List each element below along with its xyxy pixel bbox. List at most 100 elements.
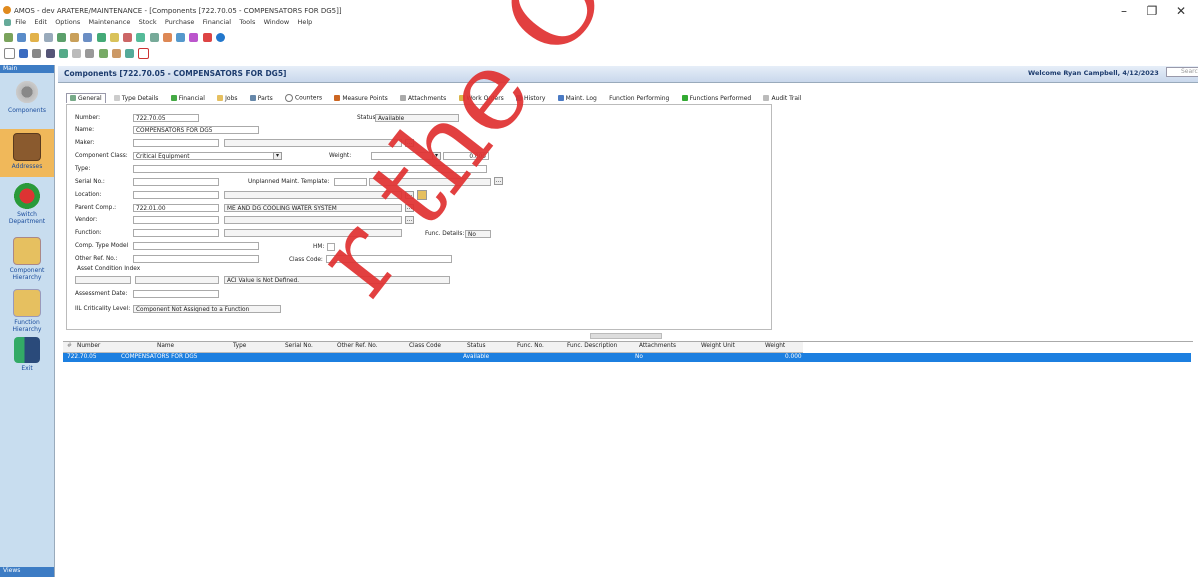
menu-file[interactable]: File: [15, 18, 26, 26]
table-row[interactable]: 722.70.05 COMPENSATORS FOR DG5 Available…: [63, 353, 1191, 362]
tab-measure-points[interactable]: Measure Points: [330, 93, 391, 104]
folder-tool-icon[interactable]: [30, 33, 40, 42]
menu-edit[interactable]: Edit: [34, 18, 47, 26]
welcome-text: Welcome Ryan Campbell, 4/12/2023: [1028, 69, 1159, 77]
col-func-no[interactable]: Func. No.: [517, 343, 544, 349]
function-field[interactable]: [133, 229, 219, 237]
col-type[interactable]: Type: [233, 343, 246, 349]
parent-comp-field[interactable]: 722.01.00: [133, 204, 219, 212]
copy-icon[interactable]: [58, 49, 68, 58]
paste-icon[interactable]: [72, 49, 82, 58]
tab-audit-trail[interactable]: Audit Trail: [759, 93, 805, 104]
col-func-description[interactable]: Func. Description: [567, 343, 617, 349]
minimize-button[interactable]: –: [1113, 4, 1135, 18]
col-class-code[interactable]: Class Code: [409, 343, 441, 349]
menu-stock[interactable]: Stock: [139, 18, 157, 26]
menu-window[interactable]: Window: [264, 18, 290, 26]
nav-component-hierarchy[interactable]: Component Hierarchy: [0, 237, 54, 281]
component-class-select[interactable]: Critical Equipment: [133, 152, 281, 160]
search-input[interactable]: Search: [1166, 67, 1198, 77]
refresh-icon[interactable]: [98, 49, 108, 58]
close-record-icon[interactable]: [138, 48, 150, 59]
edit-tool-icon[interactable]: [162, 33, 172, 42]
close-button[interactable]: ✕: [1170, 4, 1192, 18]
vendor-field[interactable]: [133, 216, 219, 224]
grid-tool-icon[interactable]: [96, 33, 106, 42]
work-tool-icon[interactable]: [70, 33, 80, 42]
splitter-handle[interactable]: [590, 333, 662, 339]
class-dropdown-icon[interactable]: ▾: [273, 152, 282, 160]
serial-field[interactable]: [133, 178, 219, 186]
chart-tool-icon[interactable]: [136, 33, 146, 42]
location-field[interactable]: [133, 191, 219, 199]
nav-label: Function Hierarchy: [12, 319, 42, 333]
left-nav: Main Components Addresses Switch Departm…: [0, 65, 55, 577]
other-ref-field[interactable]: [133, 255, 259, 263]
order-tool-icon[interactable]: [123, 33, 133, 42]
number-field[interactable]: 722.70.05: [133, 114, 199, 122]
serial-label: Serial No.:: [75, 179, 105, 185]
tab-function-performing[interactable]: Function Performing: [605, 93, 673, 104]
tab-label: Parts: [257, 94, 273, 102]
save-icon[interactable]: [19, 49, 29, 58]
menu-options[interactable]: Options: [55, 18, 80, 26]
criticality-label: IIL Criticality Level:: [75, 306, 131, 312]
tab-label: Jobs: [225, 94, 238, 102]
col-serial[interactable]: Serial No.: [285, 343, 313, 349]
maximize-button[interactable]: ❐: [1141, 4, 1163, 18]
addresses-tool-icon[interactable]: [17, 33, 27, 42]
new-icon[interactable]: [4, 48, 15, 59]
menu-help[interactable]: Help: [297, 18, 312, 26]
col-name[interactable]: Name: [157, 343, 174, 349]
nav-function-hierarchy[interactable]: Function Hierarchy: [0, 289, 54, 333]
nav-footer[interactable]: Views: [0, 567, 54, 577]
maker-field[interactable]: [133, 139, 219, 147]
doc-tool-icon[interactable]: [43, 33, 53, 42]
col-weight-unit[interactable]: Weight Unit: [701, 343, 735, 349]
col-other-ref[interactable]: Other Ref. No.: [337, 343, 378, 349]
tab-financial[interactable]: Financial: [167, 93, 209, 104]
tab-type-details[interactable]: Type Details: [110, 93, 163, 104]
nav-components[interactable]: Components: [0, 79, 54, 114]
weight-label: Weight:: [329, 153, 352, 159]
flag-tool-icon[interactable]: [202, 33, 212, 42]
grid-header: # Number Name Type Serial No. Other Ref.…: [63, 342, 803, 353]
tab-counters[interactable]: Counters: [281, 92, 326, 104]
link-tool-icon[interactable]: [176, 33, 186, 42]
nav-label: Switch Department: [8, 211, 46, 225]
assessment-date-field[interactable]: [133, 290, 219, 298]
print-icon[interactable]: [45, 49, 55, 58]
list-tool-icon[interactable]: [56, 33, 66, 42]
menu-purchase[interactable]: Purchase: [165, 18, 195, 26]
help-tool-icon[interactable]: [215, 33, 225, 42]
tab-jobs[interactable]: Jobs: [213, 93, 241, 104]
report-tool-icon[interactable]: [109, 33, 119, 42]
component-class-label: Component Class:: [75, 153, 128, 159]
col-status[interactable]: Status: [467, 343, 485, 349]
comp-type-model-field[interactable]: [133, 242, 259, 250]
sort-icon[interactable]: [125, 49, 135, 58]
nav-addresses[interactable]: Addresses: [0, 129, 54, 177]
nav-switch-department[interactable]: Switch Department: [0, 183, 54, 225]
tab-parts[interactable]: Parts: [246, 93, 277, 104]
counter-icon: [284, 94, 293, 102]
nav-exit[interactable]: Exit: [0, 337, 54, 372]
components-grid: # Number Name Type Serial No. Other Ref.…: [63, 341, 1193, 578]
tab-general[interactable]: General: [66, 92, 106, 103]
menu-financial[interactable]: Financial: [203, 18, 231, 26]
menu-maintenance[interactable]: Maintenance: [89, 18, 131, 26]
app-menu-icon[interactable]: [4, 18, 11, 26]
col-attachments[interactable]: Attachments: [639, 343, 676, 349]
filter-icon[interactable]: [32, 49, 42, 58]
col-number[interactable]: Number: [77, 343, 100, 349]
components-tool-icon[interactable]: [4, 33, 13, 42]
tab-functions-performed[interactable]: Functions Performed: [678, 93, 756, 104]
find-icon[interactable]: [111, 49, 121, 58]
col-weight[interactable]: Weight: [765, 343, 785, 349]
name-field[interactable]: COMPENSATORS FOR DG5: [133, 126, 259, 134]
pen-tool-icon[interactable]: [189, 33, 199, 42]
stock-tool-icon[interactable]: [83, 33, 93, 42]
check-tool-icon[interactable]: [149, 33, 159, 42]
doc-icon[interactable]: [85, 49, 95, 58]
menu-tools[interactable]: Tools: [239, 18, 255, 26]
